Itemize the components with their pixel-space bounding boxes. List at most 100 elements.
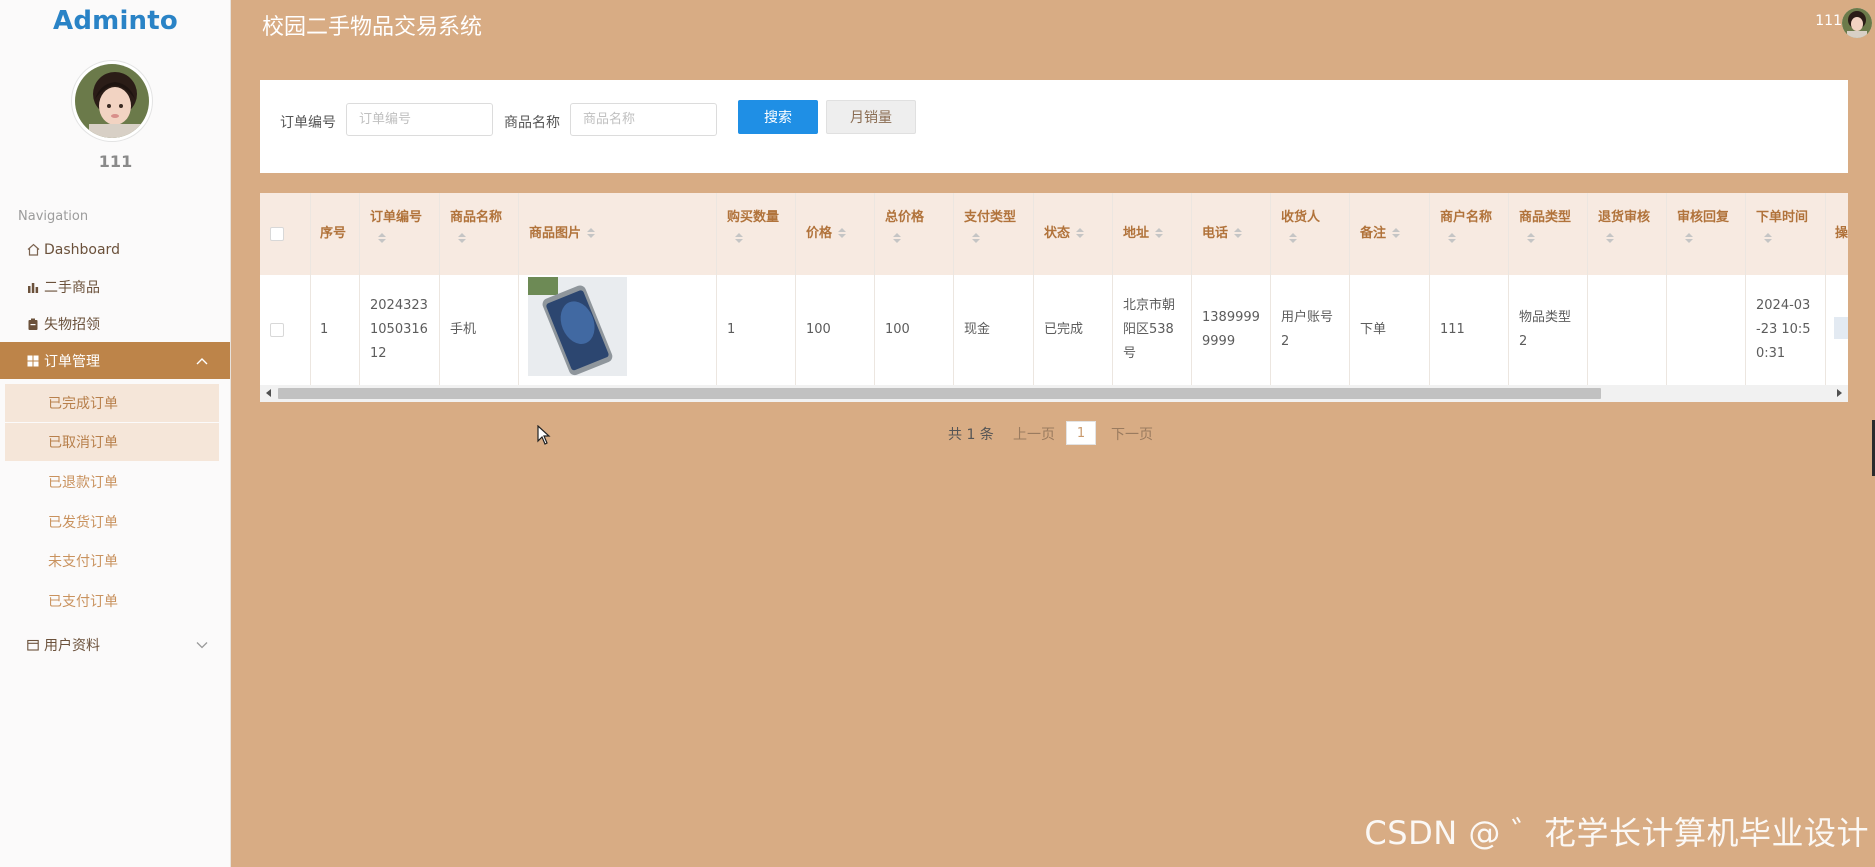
sort-icon[interactable]: [1076, 228, 1085, 239]
sidebar-item-secondhand[interactable]: 二手商品: [0, 268, 230, 305]
mouse-cursor-icon: [537, 424, 551, 449]
sidebar-item-user-profile[interactable]: 用户资料: [0, 626, 230, 663]
calendar-icon: [26, 638, 40, 652]
row-checkbox[interactable]: [270, 323, 284, 337]
cell-address: 北京市朝 阳区538 号: [1123, 298, 1176, 361]
sidebar-subitem-cancelled-orders[interactable]: 已取消订单: [5, 423, 219, 461]
product-name-input[interactable]: [570, 103, 717, 136]
sort-icon[interactable]: [838, 228, 847, 239]
cell-receiver: 用户账号 2: [1281, 310, 1334, 349]
th-order-no[interactable]: 订单编号: [370, 205, 422, 244]
th-remark[interactable]: 备注: [1360, 221, 1401, 247]
cell-order-time: 2024-03 -23 10:5 0:31: [1756, 298, 1811, 361]
user-photo: [75, 64, 149, 138]
cell-quantity: 1: [727, 322, 736, 337]
th-product-image[interactable]: 商品图片: [529, 221, 596, 247]
scroll-thumb[interactable]: [278, 388, 1601, 399]
sort-icon[interactable]: [1448, 233, 1456, 244]
sidebar-subitem-refunded-orders[interactable]: 已退款订单: [5, 463, 219, 501]
sort-icon[interactable]: [1155, 228, 1164, 239]
sidebar-item-label: 用户资料: [44, 637, 100, 654]
pagination-prev[interactable]: 上一页: [1013, 424, 1055, 444]
sidebar-item-dashboard[interactable]: Dashboard: [0, 231, 230, 268]
sidebar-username: 111: [98, 152, 133, 171]
pagination-total: 共 1 条: [948, 427, 994, 443]
th-merchant[interactable]: 商户名称: [1440, 205, 1492, 244]
sort-icon[interactable]: [735, 233, 743, 244]
orders-table: 序号 订单编号 商品名称 商品图片 购买数量 价格 总价格 支付类型 状态 地址…: [260, 193, 1848, 402]
th-review-reply[interactable]: 审核回复: [1677, 205, 1729, 244]
th-index: 序号: [320, 226, 347, 241]
cell-index: 1: [320, 322, 329, 337]
search-panel: 订单编号 商品名称 搜索 月销量: [260, 80, 1848, 173]
th-phone[interactable]: 电话: [1202, 221, 1243, 247]
th-price[interactable]: 价格: [806, 221, 847, 247]
cell-remark: 下单: [1360, 322, 1387, 337]
cell-pay-type: 现金: [964, 322, 991, 337]
chevron-up-icon: [196, 353, 208, 369]
sort-icon[interactable]: [458, 233, 466, 244]
th-actions: 操: [1835, 226, 1848, 241]
sort-icon[interactable]: [893, 233, 901, 244]
sort-icon[interactable]: [1606, 233, 1614, 244]
select-all-checkbox[interactable]: [270, 227, 284, 241]
user-photo: [1842, 8, 1872, 38]
scroll-left-icon[interactable]: [266, 389, 271, 397]
sidebar-subitem-completed-orders[interactable]: 已完成订单: [5, 384, 219, 422]
app-title: 校园二手物品交易系统: [262, 15, 483, 40]
pagination-next[interactable]: 下一页: [1111, 424, 1153, 444]
cell-merchant: 111: [1440, 322, 1465, 337]
header-username[interactable]: 111: [1815, 13, 1842, 29]
sort-icon[interactable]: [1685, 233, 1693, 244]
th-order-time[interactable]: 下单时间: [1756, 205, 1808, 244]
scroll-right-icon[interactable]: [1837, 389, 1842, 397]
action-button[interactable]: [1834, 317, 1848, 339]
sort-icon[interactable]: [587, 228, 596, 239]
home-icon: [26, 243, 40, 257]
sort-icon[interactable]: [1234, 228, 1243, 239]
pagination-page[interactable]: 1: [1066, 421, 1096, 445]
sort-icon[interactable]: [378, 233, 386, 244]
th-status[interactable]: 状态: [1044, 221, 1085, 247]
bar-chart-icon: [26, 280, 40, 294]
clipboard-icon: [26, 317, 40, 331]
sort-icon[interactable]: [1392, 228, 1401, 239]
sidebar-item-label: 失物招领: [44, 316, 100, 333]
monthly-sales-button[interactable]: 月销量: [826, 100, 916, 134]
th-total[interactable]: 总价格: [885, 205, 924, 244]
th-receiver[interactable]: 收货人: [1281, 205, 1320, 244]
search-button[interactable]: 搜索: [738, 100, 818, 134]
sidebar-item-label: Dashboard: [44, 241, 120, 258]
horizontal-scrollbar[interactable]: [260, 385, 1848, 402]
th-product-type[interactable]: 商品类型: [1519, 205, 1571, 244]
th-address[interactable]: 地址: [1123, 221, 1164, 247]
order-no-input[interactable]: [346, 103, 493, 136]
header-avatar[interactable]: [1842, 8, 1872, 38]
cell-status: 已完成: [1044, 322, 1084, 337]
th-product-name[interactable]: 商品名称: [450, 205, 502, 244]
sidebar-subitem-shipped-orders[interactable]: 已发货订单: [5, 503, 219, 541]
sidebar-item-orders[interactable]: 订单管理: [0, 342, 230, 379]
product-name-label: 商品名称: [504, 115, 560, 131]
cell-order-no: 2024323 1050316 12: [370, 298, 428, 361]
avatar[interactable]: [72, 61, 152, 141]
sidebar-item-lostfound[interactable]: 失物招领: [0, 305, 230, 342]
th-pay-type[interactable]: 支付类型: [964, 205, 1016, 244]
chevron-down-icon: [196, 637, 208, 653]
th-quantity[interactable]: 购买数量: [727, 205, 779, 244]
sidebar-subitem-unpaid-orders[interactable]: 未支付订单: [5, 542, 219, 580]
app-logo: Adminto: [53, 6, 178, 36]
sidebar-item-label: 订单管理: [44, 353, 100, 370]
cell-product-name: 手机: [450, 322, 477, 337]
sort-icon[interactable]: [1289, 233, 1297, 244]
sidebar-subitem-paid-orders[interactable]: 已支付订单: [5, 582, 219, 620]
product-image[interactable]: [528, 277, 627, 376]
sort-icon[interactable]: [1527, 233, 1535, 244]
order-no-label: 订单编号: [280, 115, 336, 131]
cell-phone: 1389999 9999: [1202, 310, 1260, 349]
sort-icon[interactable]: [972, 233, 980, 244]
cell-total: 100: [885, 322, 910, 337]
sort-icon[interactable]: [1764, 233, 1772, 244]
th-return-review[interactable]: 退货审核: [1598, 205, 1650, 244]
watermark: CSDN @ ゛花学长计算机毕业设计: [1364, 814, 1869, 852]
